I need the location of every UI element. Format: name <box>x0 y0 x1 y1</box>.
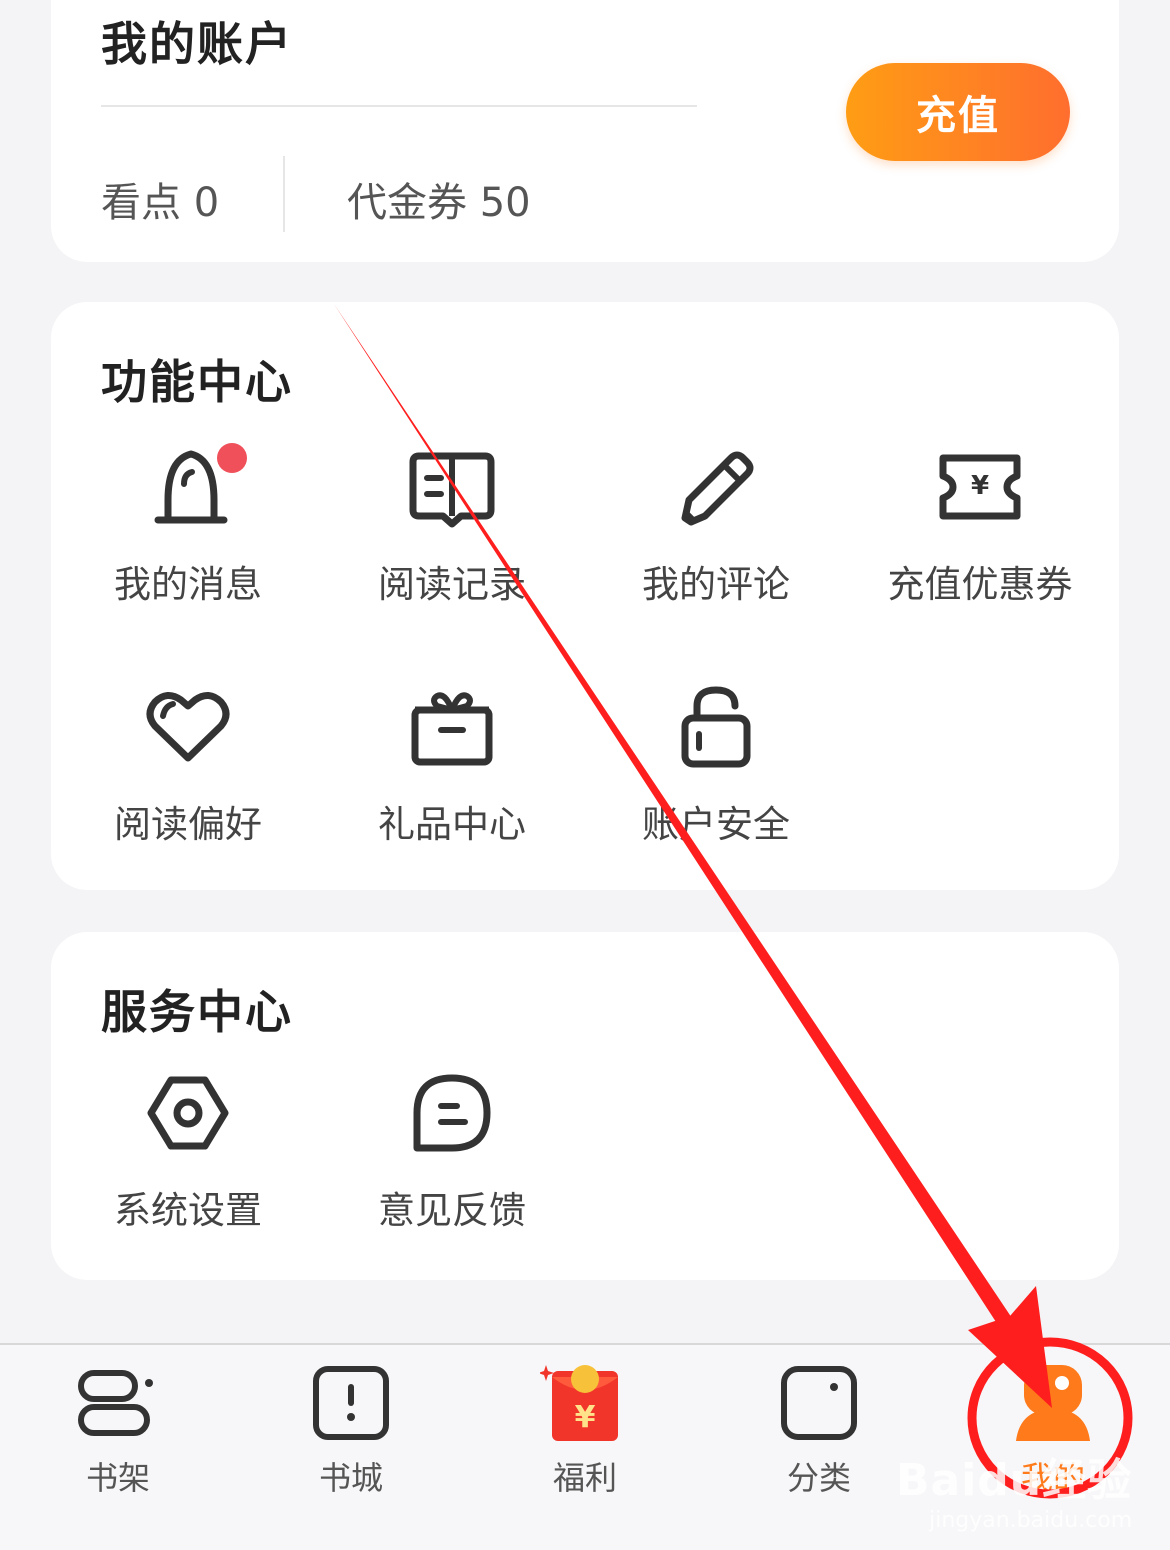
svg-text:¥: ¥ <box>971 471 989 501</box>
account-title: 我的账户 <box>101 17 293 71</box>
notification-dot <box>217 443 247 473</box>
svg-text:¥: ¥ <box>575 1400 596 1435</box>
nav-item-bookshelf[interactable]: 书架 <box>38 1363 198 1499</box>
nav-item-welfare[interactable]: ¥ 福利 <box>505 1363 665 1499</box>
nav-item-category[interactable]: 分类 <box>739 1363 899 1499</box>
function-center-card: 功能中心 我的消息 阅读记录 我的评论 ¥ 充值优惠券 阅读偏好 礼品中心 账户… <box>51 302 1119 890</box>
feedback-item[interactable]: 意见反馈 <box>332 1068 572 1234</box>
settings-icon <box>147 1076 229 1150</box>
bookshelf-icon <box>78 1370 153 1436</box>
account-security-item[interactable]: 账户安全 <box>596 682 836 848</box>
voucher-balance[interactable]: 代金券 50 <box>347 170 531 228</box>
nav-label: 福利 <box>552 1459 617 1497</box>
recharge-coupons-item[interactable]: ¥ 充值优惠券 <box>860 442 1100 608</box>
bookstore-icon <box>313 1366 389 1440</box>
system-settings-item[interactable]: 系统设置 <box>68 1068 308 1234</box>
nav-label: 书城 <box>318 1459 383 1497</box>
nav-label: 书架 <box>85 1459 150 1497</box>
gift-center-item[interactable]: 礼品中心 <box>332 682 572 848</box>
coupon-icon: ¥ <box>939 454 1021 520</box>
nav-item-bookstore[interactable]: 书城 <box>271 1363 431 1499</box>
profile-icon <box>1016 1365 1090 1441</box>
service-center-title: 服务中心 <box>101 985 293 1039</box>
reading-history-item[interactable]: 阅读记录 <box>332 442 572 608</box>
recharge-coupons-label: 充值优惠券 <box>887 563 1073 606</box>
reading-preference-item[interactable]: 阅读偏好 <box>68 682 308 848</box>
lock-icon <box>681 686 751 768</box>
nav-label: 分类 <box>786 1459 851 1497</box>
category-icon <box>781 1366 857 1440</box>
kandian-balance[interactable]: 看点 0 <box>101 170 219 228</box>
my-messages-item[interactable]: 我的消息 <box>68 442 308 608</box>
account-security-label: 账户安全 <box>642 803 790 846</box>
function-center-title: 功能中心 <box>101 355 293 409</box>
feedback-icon <box>413 1074 491 1152</box>
gift-center-label: 礼品中心 <box>378 803 526 846</box>
pencil-icon <box>681 451 754 526</box>
feedback-label: 意见反馈 <box>378 1189 526 1232</box>
gift-icon <box>411 692 493 766</box>
reading-preference-label: 阅读偏好 <box>114 803 262 846</box>
my-comments-label: 我的评论 <box>642 563 790 606</box>
divider <box>283 156 285 232</box>
reading-history-label: 阅读记录 <box>378 563 526 606</box>
reading-history-icon <box>409 452 495 528</box>
my-messages-label: 我的消息 <box>114 563 262 606</box>
divider <box>101 105 697 107</box>
red-envelope-icon: ¥ <box>538 1365 618 1441</box>
service-center-card: 服务中心 系统设置 意见反馈 <box>51 932 1119 1280</box>
system-settings-label: 系统设置 <box>114 1189 262 1232</box>
nav-label: 我的 <box>1020 1459 1085 1497</box>
heart-icon <box>146 692 230 762</box>
recharge-button[interactable]: 充值 <box>846 63 1070 161</box>
bottom-navigation: 书架 书城 ¥ 福利 分类 我的 <box>0 1343 1170 1550</box>
bell-icon <box>154 443 247 524</box>
my-comments-item[interactable]: 我的评论 <box>596 442 836 608</box>
nav-item-profile[interactable]: 我的 <box>973 1363 1133 1499</box>
account-card: 我的账户 看点 0 代金券 50 充值 <box>51 0 1119 262</box>
